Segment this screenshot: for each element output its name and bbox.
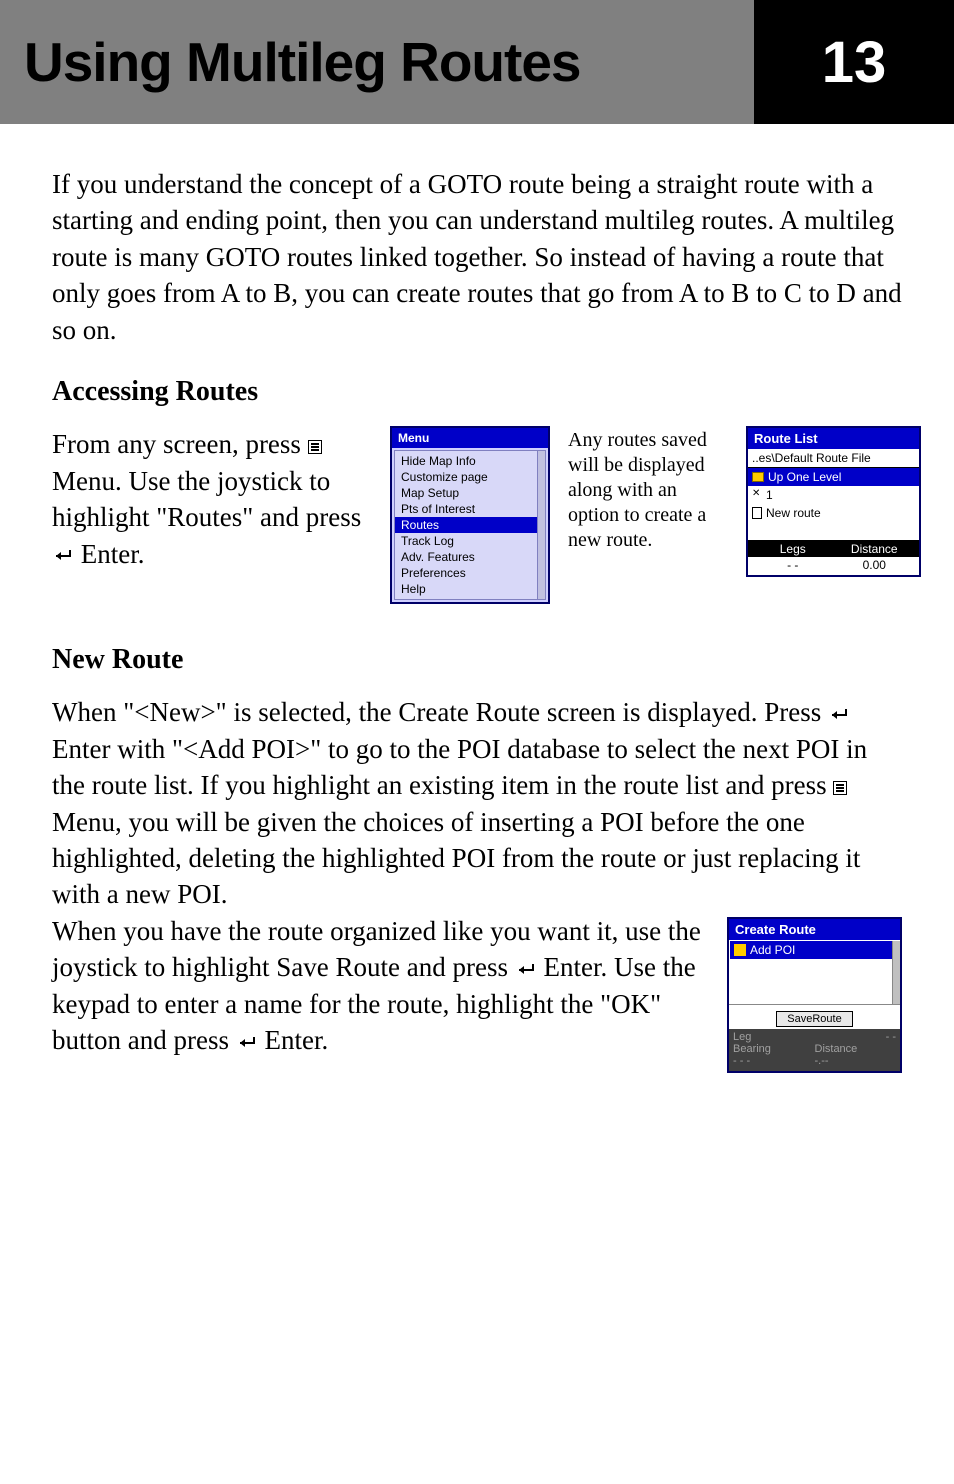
accessing-text-prefix: From any screen, press [52, 429, 308, 459]
menu-screenshot-body: Hide Map Info Customize page Map Setup P… [394, 450, 546, 600]
create-route-add-poi: Add POI [730, 941, 899, 959]
create-route-footer: Leg - - Bearing Distance - - - -.-- [729, 1029, 900, 1071]
section-title-accessing: Accessing Routes [52, 376, 902, 408]
waypoint-icon [752, 490, 762, 500]
new-route-p2-c: Enter. [264, 1025, 328, 1055]
route-list-item: 1 [748, 486, 919, 504]
route-list-up-label: Up One Level [768, 470, 841, 484]
menu-screenshot-title: Menu [392, 428, 548, 448]
section-title-new-route: New Route [52, 644, 902, 676]
menu-icon [833, 781, 851, 795]
page-content: If you understand the concept of a GOTO … [0, 124, 954, 1073]
menu-item: Pts of Interest [395, 501, 545, 517]
add-poi-icon [734, 944, 746, 956]
enter-icon [52, 547, 74, 565]
route-list-footer-values: - - 0.00 [748, 557, 919, 575]
distance-value: -.-- [815, 1055, 897, 1067]
new-route-paragraph-1: When "<New>" is selected, the Create Rou… [52, 694, 902, 913]
chapter-number-area: 13 [754, 0, 954, 124]
chapter-header: Using Multileg Routes 13 [0, 0, 954, 124]
menu-item: Hide Map Info [395, 453, 545, 469]
menu-screenshot: Menu Hide Map Info Customize page Map Se… [390, 426, 550, 604]
distance-label: Distance [834, 542, 916, 556]
menu-item: Track Log [395, 533, 545, 549]
menu-icon [308, 440, 326, 454]
document-icon [752, 507, 762, 519]
bearing-label: Bearing [733, 1043, 815, 1055]
new-route-p1-a: When "<New>" is selected, the Create Rou… [52, 697, 828, 727]
route-list-body: Up One Level 1 New route [748, 468, 919, 540]
leg-value: - - [886, 1031, 896, 1043]
add-poi-label: Add POI [750, 943, 795, 957]
new-route-p1-c: Menu, you will be given the choices of i… [52, 807, 860, 910]
menu-item: Customize page [395, 469, 545, 485]
create-route-body: Add POI [729, 941, 900, 1005]
accessing-text: From any screen, press Menu. Use the joy… [52, 426, 372, 572]
save-route-button: SaveRoute [776, 1011, 852, 1027]
create-route-save-area: SaveRoute [729, 1005, 900, 1029]
legs-label: Legs [752, 542, 834, 556]
scrollbar [537, 451, 545, 599]
accessing-caption: Any routes saved will be displayed along… [568, 426, 728, 553]
chapter-title-area: Using Multileg Routes [0, 0, 754, 124]
distance-label: Distance [815, 1043, 897, 1055]
enter-icon [828, 706, 850, 724]
menu-item: Help [395, 581, 545, 597]
accessing-text-suffix: Enter. [81, 539, 145, 569]
route-list-title: Route List [748, 428, 919, 449]
route-list-path: ..es\Default Route File [748, 449, 919, 468]
enter-icon [236, 1034, 258, 1052]
bearing-value: - - - [733, 1055, 815, 1067]
accessing-text-mid: Menu. Use the joystick to highlight "Rou… [52, 466, 361, 532]
menu-item: Preferences [395, 565, 545, 581]
intro-paragraph: If you understand the concept of a GOTO … [52, 166, 902, 348]
menu-item: Adv. Features [395, 549, 545, 565]
chapter-number: 13 [822, 29, 887, 96]
create-route-row: When you have the route organized like y… [52, 913, 902, 1073]
scrollbar [892, 941, 900, 1004]
route-item-label: 1 [766, 488, 773, 502]
menu-item-selected: Routes [395, 517, 545, 533]
legs-value: - - [752, 558, 834, 572]
folder-icon [752, 472, 764, 482]
leg-label: Leg [733, 1031, 886, 1043]
new-route-p1-b: Enter with "<Add POI>" to go to the POI … [52, 734, 867, 800]
menu-item: Map Setup [395, 485, 545, 501]
route-list-screenshot: Route List ..es\Default Route File Up On… [746, 426, 921, 577]
create-route-title: Create Route [729, 919, 900, 940]
route-list-item: New route [748, 504, 919, 522]
chapter-title: Using Multileg Routes [24, 30, 581, 94]
route-list-footer-labels: Legs Distance [748, 540, 919, 557]
route-list-up: Up One Level [748, 468, 919, 486]
new-route-paragraph-2: When you have the route organized like y… [52, 913, 707, 1059]
create-route-screenshot: Create Route Add POI SaveRoute Leg - - B… [727, 917, 902, 1073]
distance-value: 0.00 [834, 558, 916, 572]
route-item-label: New route [766, 506, 821, 520]
accessing-row: From any screen, press Menu. Use the joy… [52, 426, 902, 604]
enter-icon [515, 961, 537, 979]
